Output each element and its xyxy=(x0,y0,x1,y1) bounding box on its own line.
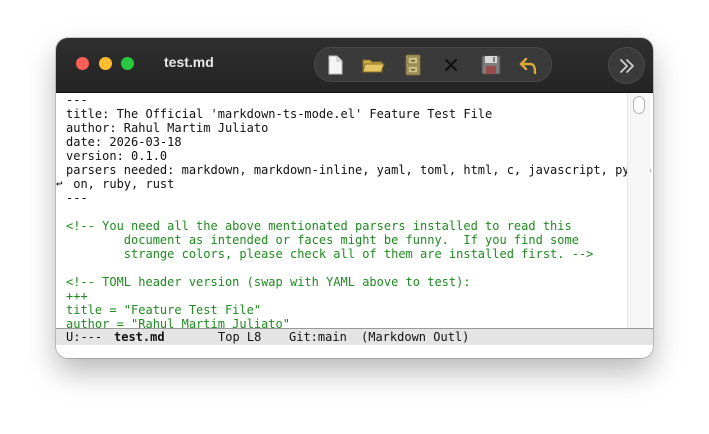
window-title: test.md xyxy=(164,54,214,70)
buffer-line: <!-- You need all the above mentionated … xyxy=(66,219,572,233)
buffer-line: author: Rahul Martim Juliato xyxy=(66,121,269,135)
buffer-line: +++ xyxy=(66,289,88,303)
minimize-window-button[interactable] xyxy=(99,57,112,70)
buffer-line: strange colors, please check all of them… xyxy=(66,247,594,261)
buffer-text: --- title: The Official 'markdown-ts-mode… xyxy=(66,93,651,328)
open-folder-icon xyxy=(362,59,385,73)
chevron-double-right-icon xyxy=(620,59,634,73)
buffer-line: --- xyxy=(66,191,88,205)
buffer-name[interactable]: test.md xyxy=(114,329,165,345)
open-folder-button[interactable] xyxy=(361,53,385,77)
scrollbar-thumb[interactable] xyxy=(633,96,645,114)
editor-buffer[interactable]: --- title: The Official 'markdown-ts-mode… xyxy=(56,93,653,328)
vertical-scrollbar[interactable] xyxy=(627,93,650,328)
title-bar: test.md xyxy=(56,38,653,93)
line-continuation-indicator: ↩ xyxy=(56,177,63,190)
buffer-line: date: 2026-03-18 xyxy=(66,135,182,149)
save-icon xyxy=(481,55,501,75)
buffer-line xyxy=(66,261,651,275)
major-mode[interactable]: (Markdown Outl) xyxy=(361,329,469,345)
emacs-window: test.md --- title: The Official 'markdow… xyxy=(56,38,653,358)
kill-buffer-button[interactable] xyxy=(439,53,463,77)
buffer-line: <!-- TOML header version (swap with YAML… xyxy=(66,275,471,289)
close-icon xyxy=(444,58,458,72)
buffer-line: parsers needed: markdown, markdown-inlin… xyxy=(66,163,652,177)
vc-branch[interactable]: Git:main xyxy=(289,329,347,345)
close-window-button[interactable] xyxy=(76,57,89,70)
zoom-window-button[interactable] xyxy=(121,57,134,70)
buffer-line: on, ruby, rust xyxy=(66,177,175,191)
undo-icon xyxy=(519,57,537,75)
buffer-line: version: 0.1.0 xyxy=(66,149,168,163)
buffer-line: document as intended or faces might be f… xyxy=(66,233,579,247)
buffer-state: U:--- xyxy=(66,330,103,344)
save-button[interactable] xyxy=(479,53,503,77)
new-file-button[interactable] xyxy=(323,53,347,77)
mode-line: U:--- test.md Top L8 Git:main (Markdown … xyxy=(56,328,653,346)
toolbar-overflow-button[interactable] xyxy=(608,47,645,84)
buffer-line: author = "Rahul Martim Juliato" xyxy=(66,317,290,328)
dired-button[interactable] xyxy=(401,53,425,77)
buffer-line: --- xyxy=(66,93,88,107)
buffer-line: title = "Feature Test File" xyxy=(66,303,262,317)
buffer-line: title: The Official 'markdown-ts-mode.el… xyxy=(66,107,493,121)
new-file-icon xyxy=(328,55,343,75)
undo-button[interactable] xyxy=(517,53,541,77)
buffer-line xyxy=(66,205,651,219)
echo-area xyxy=(56,345,653,358)
file-cabinet-icon xyxy=(405,54,421,76)
toolbar xyxy=(314,47,552,82)
cursor-position: Top L8 xyxy=(218,330,262,344)
